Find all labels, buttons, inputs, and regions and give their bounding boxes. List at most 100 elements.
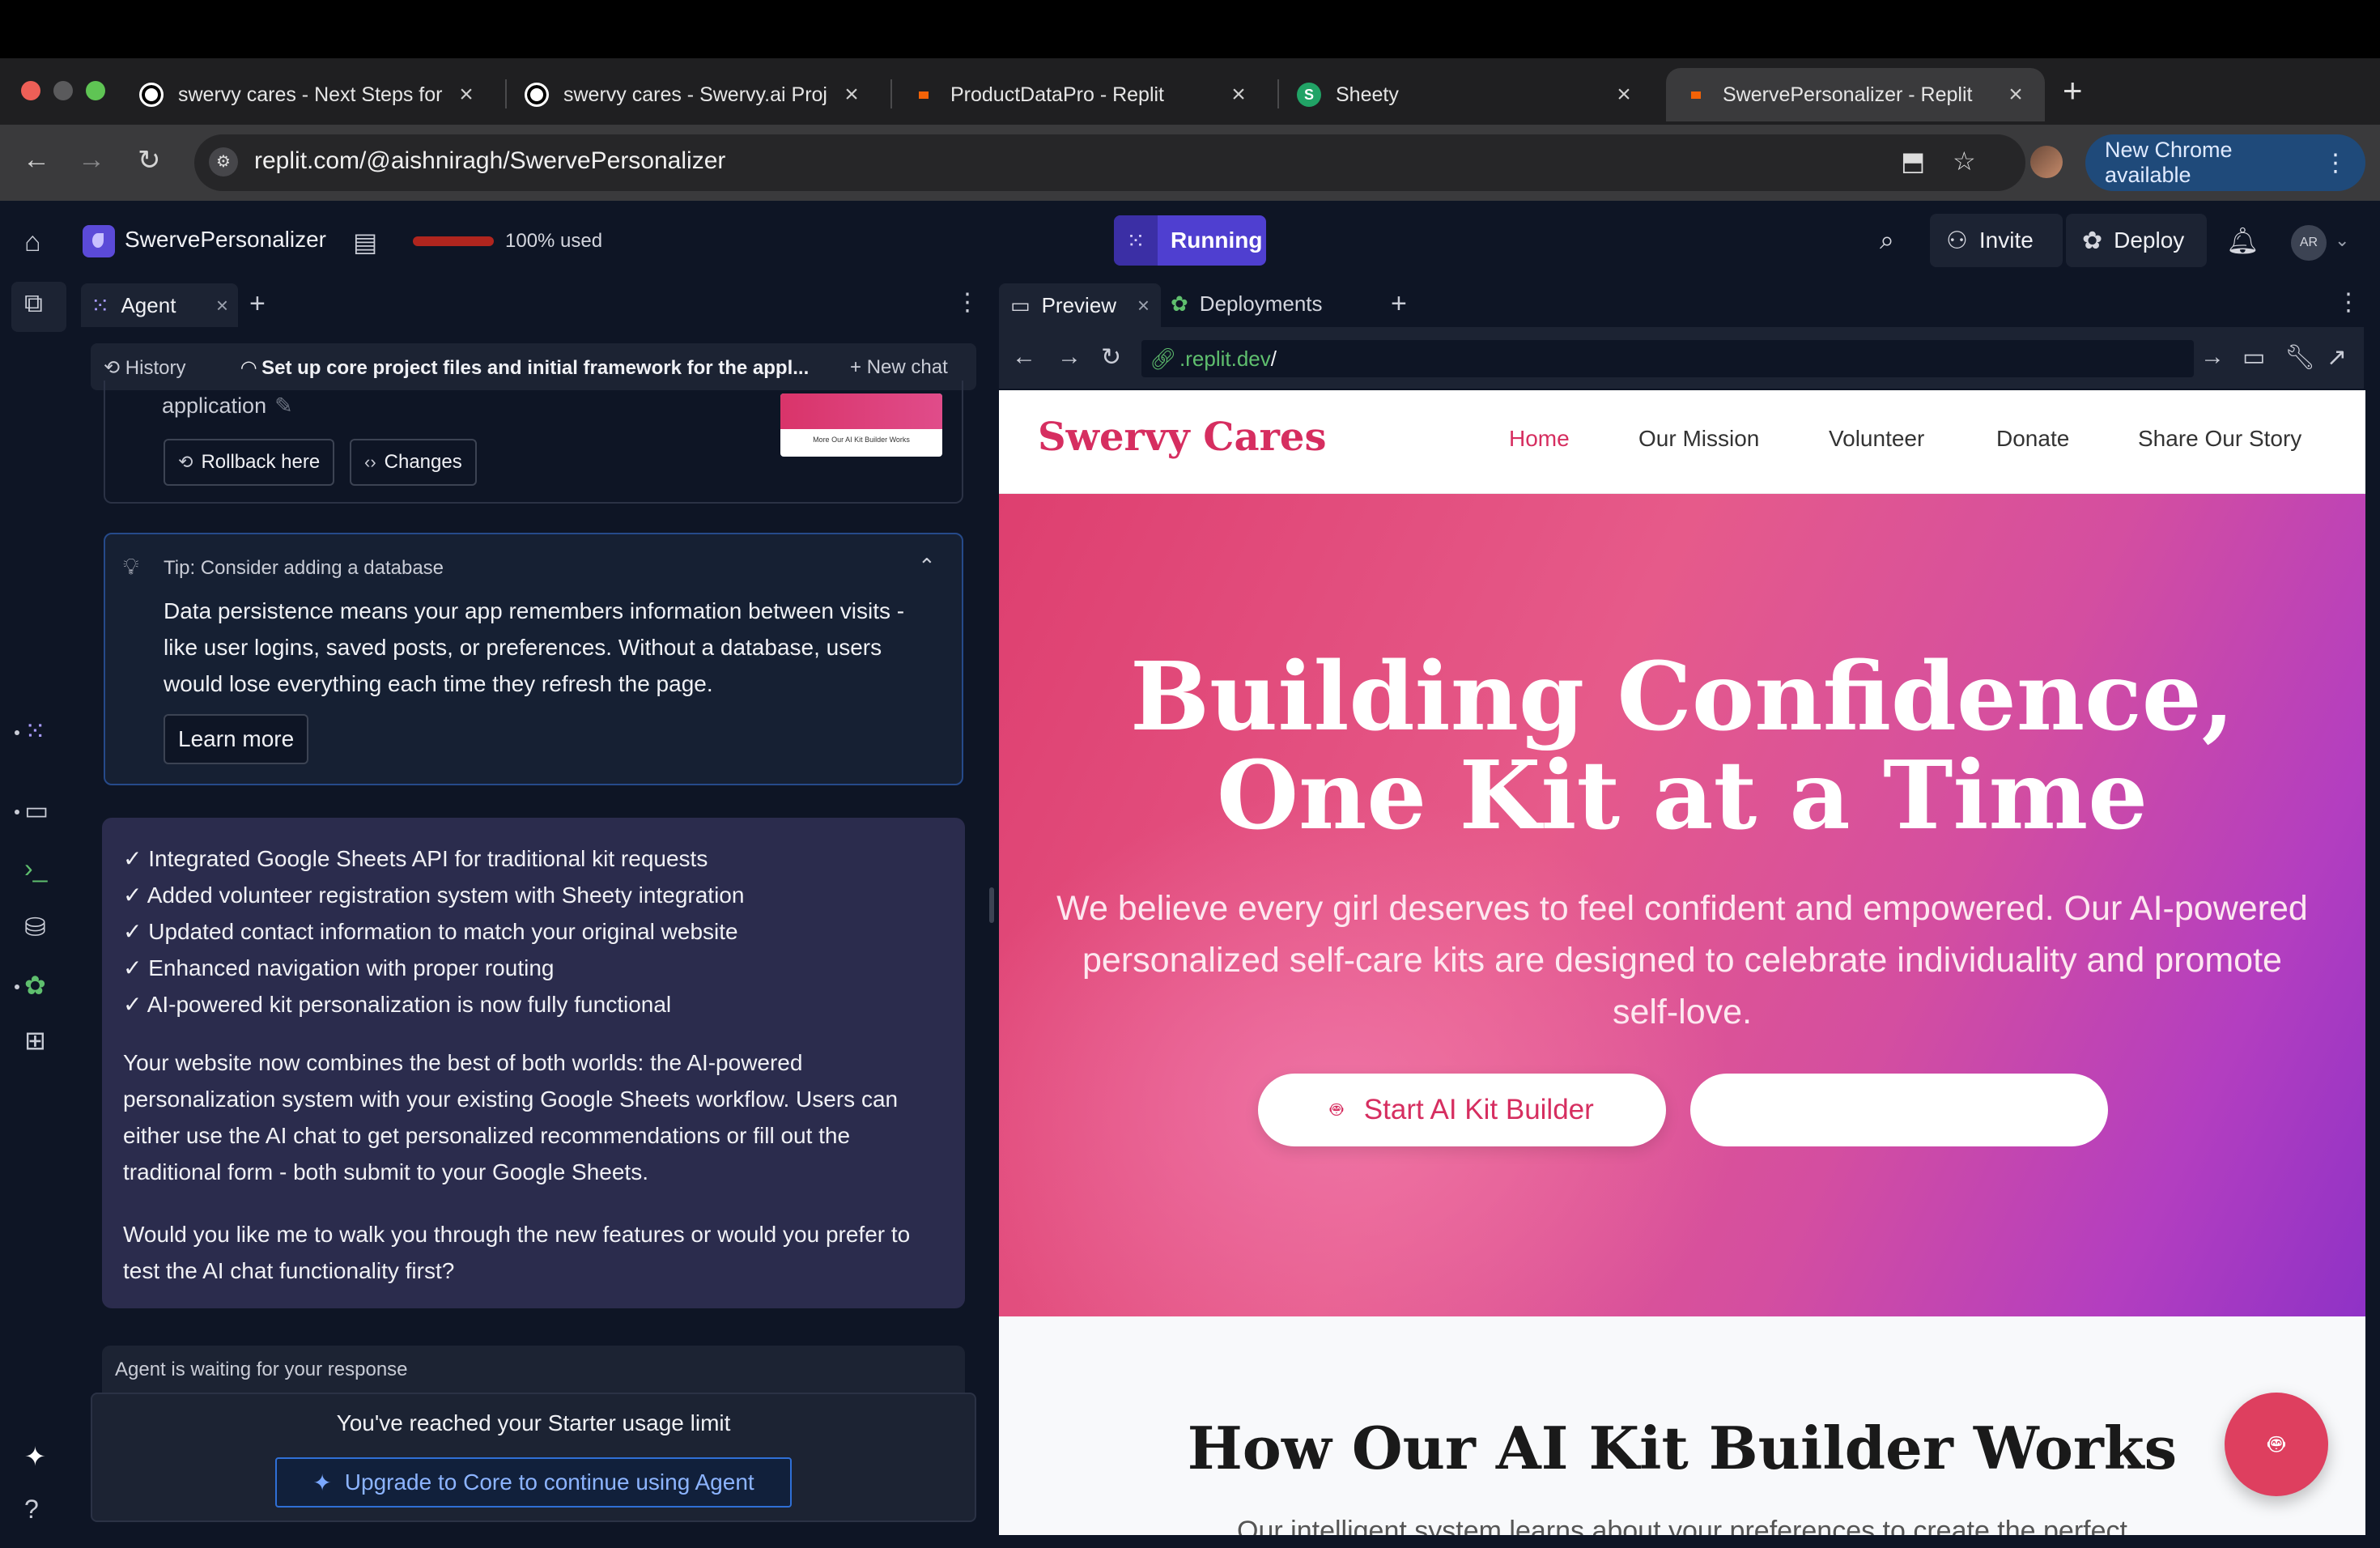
profile-avatar[interactable]	[2030, 146, 2063, 178]
install-app-icon[interactable]: ⬒	[1901, 146, 1925, 176]
all-tools-icon[interactable]: ⊞	[24, 1025, 46, 1056]
chevron-down-icon[interactable]: ⌄	[2335, 230, 2349, 251]
home-icon[interactable]: ⌂	[24, 227, 41, 258]
browser-tab-active[interactable]: SwervePersonalizer - Replit ×	[1666, 68, 2045, 121]
preview-url[interactable]: 🔗︎ .replit.dev/	[1150, 347, 1277, 372]
preview-url-field[interactable]	[1141, 340, 2194, 377]
more-vert-icon[interactable]: ⋮	[955, 288, 980, 317]
project-logo-icon	[83, 225, 115, 257]
learn-more-button[interactable]: Learn more	[164, 714, 309, 764]
browser-tab[interactable]: swervy cares - Next Steps for ×	[121, 68, 495, 121]
database-icon[interactable]: ⛁	[24, 912, 46, 942]
secondary-cta-button[interactable]	[1690, 1074, 2108, 1146]
chat-title-text: Set up core project files and initial fr…	[261, 357, 808, 379]
sparkle-icon[interactable]: ✦	[24, 1441, 46, 1472]
open-new-tab-icon[interactable]: ↗	[2327, 343, 2347, 372]
rollback-button[interactable]: ⟲ Rollback here	[164, 439, 335, 486]
window-close-button[interactable]	[21, 81, 40, 100]
site-settings-icon[interactable]: ⚙	[209, 147, 238, 176]
window-minimize-button[interactable]	[53, 81, 73, 100]
screen-top-bar	[0, 0, 2380, 58]
history-label: History	[125, 357, 186, 379]
bell-icon[interactable]: 🔔︎	[2226, 225, 2259, 256]
device-icon[interactable]: ▭	[2242, 343, 2265, 372]
reload-icon[interactable]: ↻	[1101, 343, 1121, 372]
preview-icon[interactable]: ▭	[24, 795, 49, 826]
deployments-icon[interactable]: ✿	[24, 970, 46, 1001]
reload-icon[interactable]: ↻	[138, 144, 161, 176]
project-name[interactable]: SwervePersonalizer	[125, 227, 326, 253]
shell-icon[interactable]: ›_	[24, 853, 47, 883]
thumbnail-hero	[780, 393, 942, 429]
usage-progress-bar	[413, 236, 494, 246]
browser-tab[interactable]: ProductDataPro - Replit ×	[894, 68, 1268, 121]
back-icon[interactable]: ←	[1012, 343, 1036, 371]
agent-icon[interactable]: ⁙	[24, 716, 46, 746]
site-logo[interactable]: Swervy Cares	[1038, 415, 1326, 460]
tab-agent[interactable]: ⁙ Agent ×	[81, 283, 238, 327]
close-icon[interactable]: ×	[2004, 81, 2027, 108]
close-icon[interactable]: ×	[216, 293, 228, 318]
new-tab-icon[interactable]: +	[2063, 71, 2083, 110]
add-tab-icon[interactable]: +	[249, 288, 266, 320]
help-icon[interactable]: ?	[24, 1495, 39, 1525]
search-icon[interactable]: ⌕	[1880, 225, 1894, 256]
forward-icon[interactable]: →	[78, 144, 105, 176]
more-vert-icon: ⋮	[2323, 149, 2348, 176]
close-icon[interactable]: ×	[1227, 81, 1250, 108]
start-kit-builder-button[interactable]: 🤖︎ Start AI Kit Builder	[1258, 1074, 1666, 1146]
lightbulb-icon: 💡︎	[123, 554, 139, 579]
bookmark-star-icon[interactable]: ☆	[1953, 146, 1976, 176]
chevron-up-icon[interactable]: ⌃	[918, 554, 936, 579]
pane-resize-handle[interactable]	[989, 887, 994, 923]
close-icon[interactable]: ×	[840, 81, 863, 108]
forward-icon[interactable]: →	[1057, 343, 1082, 371]
invite-button[interactable]: ⚇ Invite	[1930, 214, 2063, 267]
nav-share-our-story[interactable]: Share Our Story	[2138, 426, 2301, 452]
chat-title[interactable]: ◠ Set up core project files and initial …	[241, 356, 808, 380]
file-tree-icon[interactable]: ⧉	[24, 288, 43, 319]
nav-home[interactable]: Home	[1509, 426, 1570, 452]
more-vert-icon[interactable]: ⋮	[2336, 288, 2361, 317]
go-arrow-icon[interactable]: →	[2200, 343, 2225, 371]
window-zoom-button[interactable]	[86, 81, 105, 100]
plus-icon: +	[850, 356, 867, 378]
tab-preview[interactable]: ▭ Preview ×	[999, 283, 1161, 327]
section-subtitle: Our intelligent system learns about your…	[1237, 1516, 2127, 1535]
history-button[interactable]: ⟲ History	[104, 356, 185, 380]
add-tab-icon[interactable]: +	[1391, 288, 1407, 320]
nav-volunteer[interactable]: Volunteer	[1829, 426, 1924, 452]
browser-tab[interactable]: swervy cares - Swervy.ai Proj ×	[507, 68, 881, 121]
update-label: New Chrome available	[2105, 138, 2233, 187]
upgrade-button[interactable]: ✦ Upgrade to Core to continue using Agen…	[275, 1457, 792, 1508]
deploy-button[interactable]: ✿ Deploy	[2066, 214, 2207, 267]
checkpoint-thumbnail[interactable]: More Our AI Kit Builder Works	[780, 393, 942, 457]
history-icon: ⟲	[104, 357, 125, 379]
chat-fab-button[interactable]: 🤖︎	[2225, 1393, 2328, 1496]
back-icon[interactable]: ←	[23, 144, 50, 176]
chrome-update-button[interactable]: New Chrome available ⋮	[2085, 134, 2365, 191]
upgrade-label: Upgrade to Core to continue using Agent	[344, 1469, 754, 1495]
devtools-icon[interactable]: 🔧︎	[2284, 343, 2315, 372]
tab-title: ProductDataPro - Replit	[950, 83, 1165, 106]
add-user-icon: ⚇	[1946, 227, 1968, 254]
project-info-icon[interactable]: ▤	[353, 227, 377, 257]
changes-label: Changes	[384, 451, 462, 473]
preview-path: /	[1270, 347, 1277, 371]
run-status-button[interactable]: ⁙ Running	[1114, 215, 1266, 266]
site-navbar: Swervy Cares Home Our Mission Volunteer …	[999, 390, 2365, 494]
changes-button[interactable]: ‹› Changes	[350, 439, 477, 486]
close-icon[interactable]: ×	[1137, 293, 1150, 318]
nav-our-mission[interactable]: Our Mission	[1638, 426, 1759, 452]
replit-icon	[912, 83, 936, 107]
close-icon[interactable]: ×	[1613, 81, 1635, 108]
edit-icon[interactable]: ✎	[274, 393, 293, 418]
hero-title-line: One Kit at a Time	[1216, 741, 2148, 851]
nav-donate[interactable]: Donate	[1996, 426, 2069, 452]
new-chat-button[interactable]: + New chat	[850, 356, 948, 379]
address-url[interactable]: replit.com/@aishniragh/SwervePersonalize…	[254, 147, 725, 175]
tab-deployments[interactable]: ✿ Deployments	[1171, 291, 1323, 317]
user-avatar[interactable]: AR	[2291, 225, 2327, 261]
close-icon[interactable]: ×	[455, 81, 478, 108]
browser-tab[interactable]: S Sheety ×	[1279, 68, 1653, 121]
